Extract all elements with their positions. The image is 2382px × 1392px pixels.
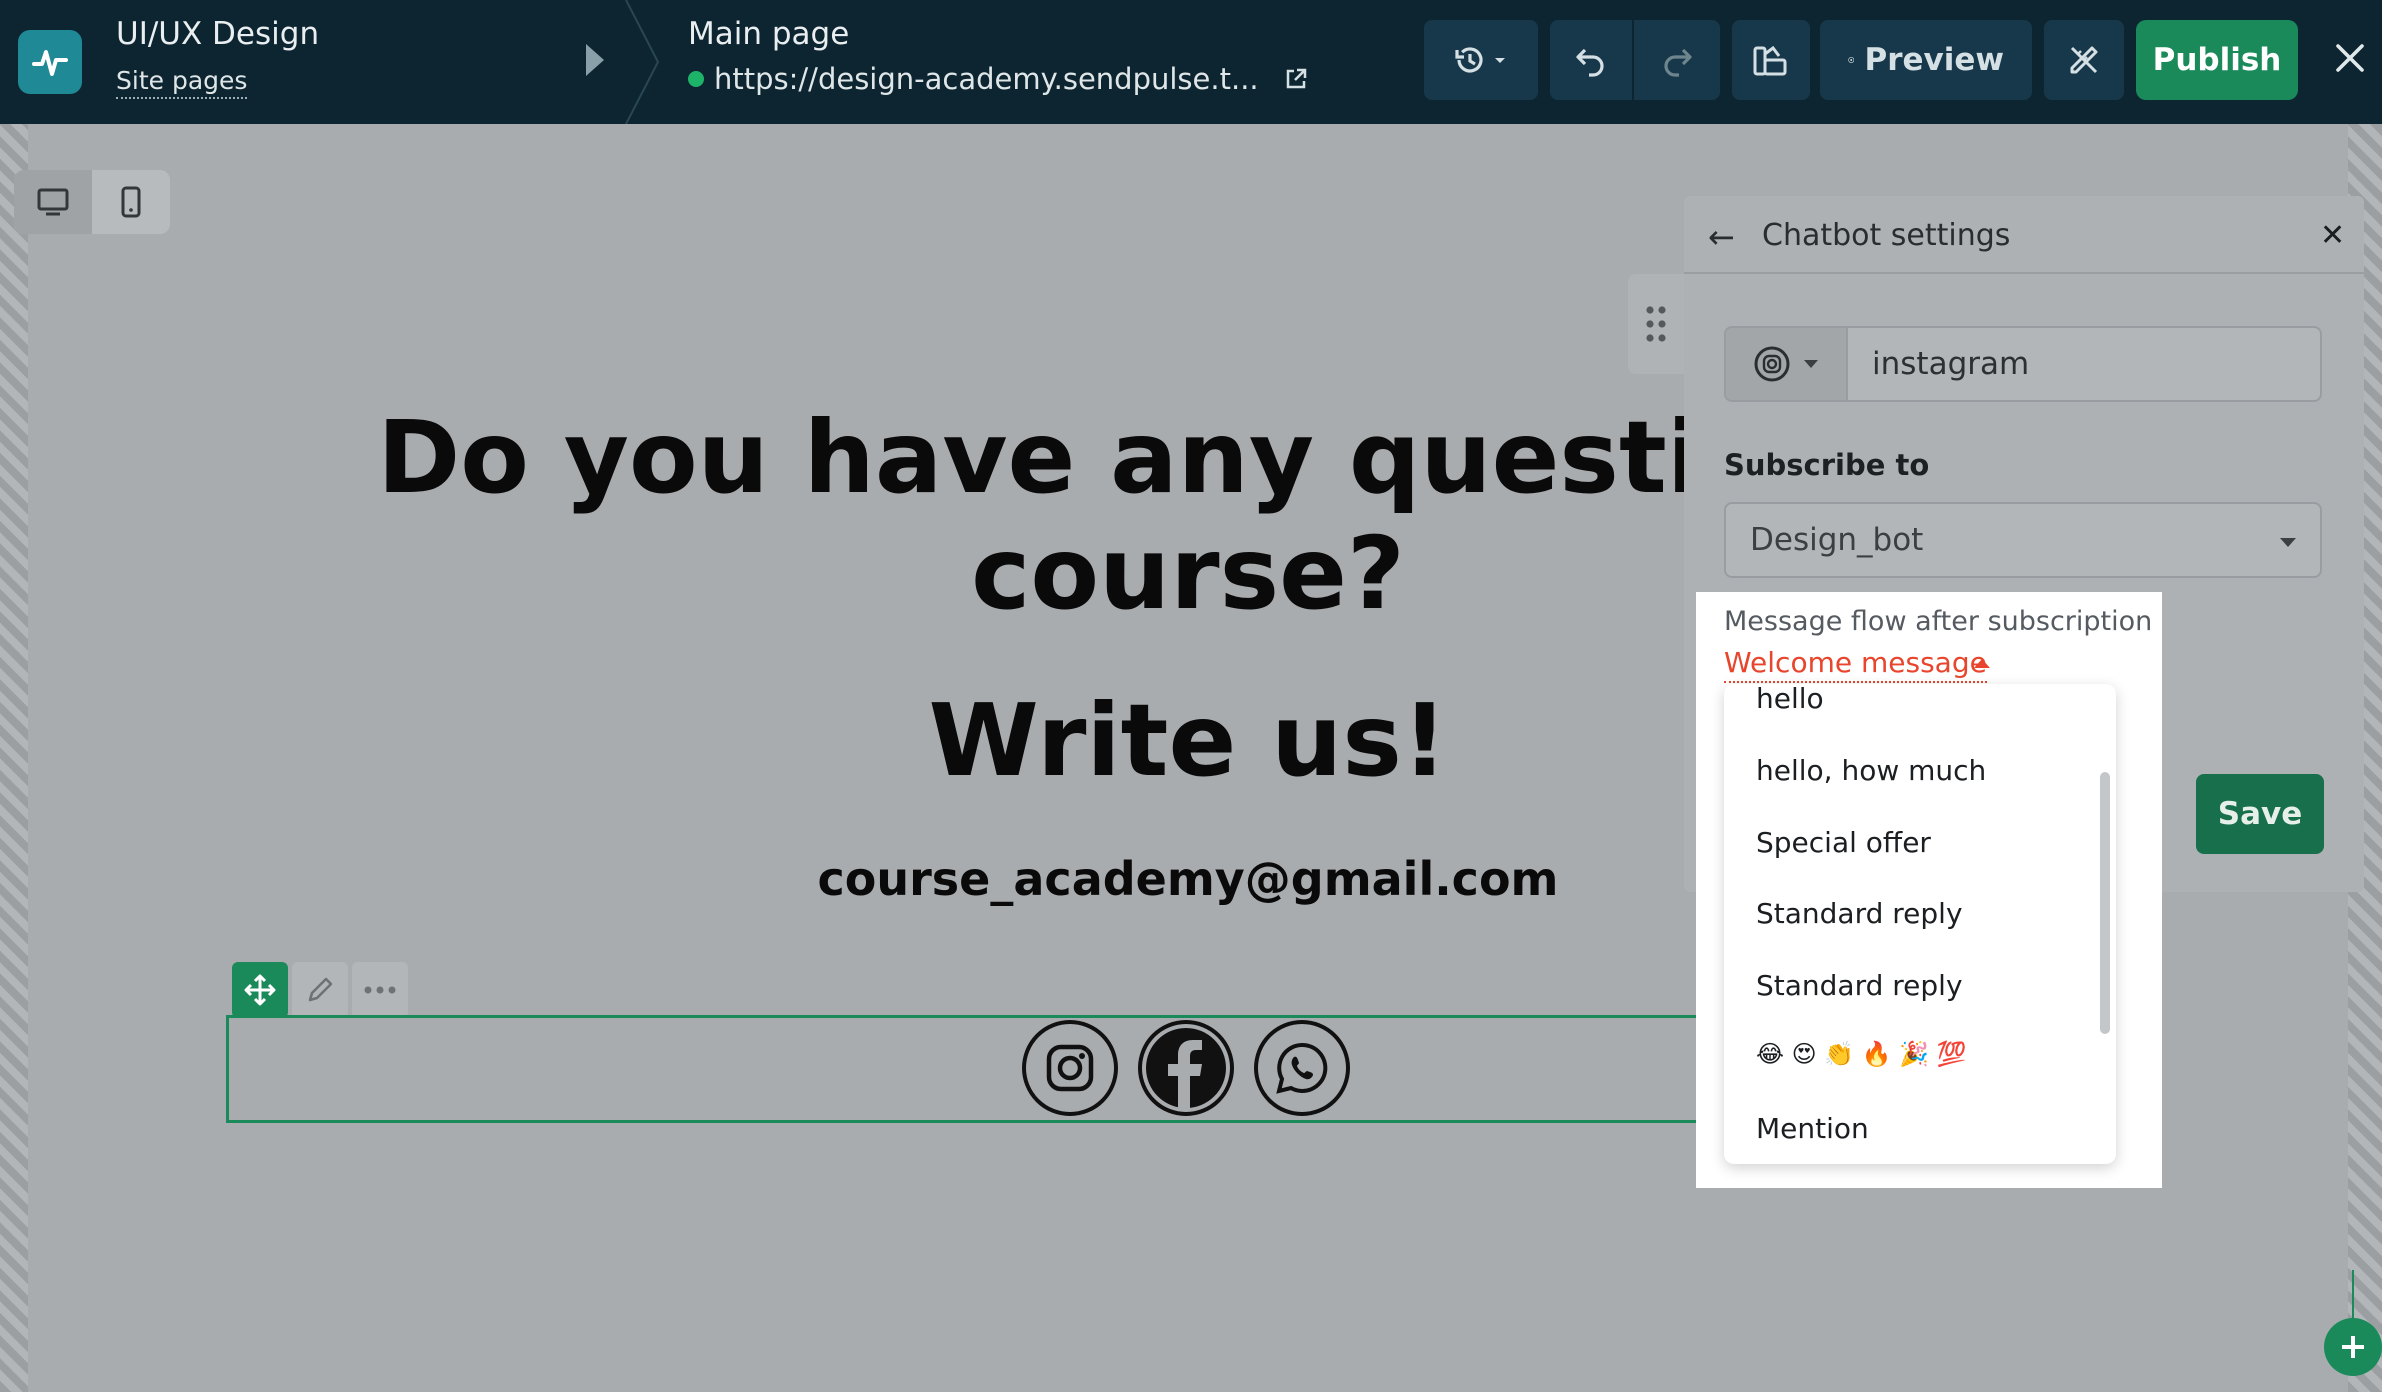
site-pages-link[interactable]: Site pages [116, 66, 248, 99]
whatsapp-link[interactable] [1254, 1020, 1350, 1116]
message-flow-dropdown: hello hello, how much Special offer Stan… [1724, 684, 2116, 1164]
more-options-button[interactable] [352, 962, 408, 1018]
mobile-view-button[interactable] [92, 170, 170, 234]
subscribe-to-label: Subscribe to [1724, 448, 1930, 482]
more-dots-icon [364, 986, 396, 994]
panel-close-icon[interactable]: ✕ [2320, 218, 2345, 253]
edit-block-button[interactable] [292, 962, 348, 1018]
message-flow-label: Message flow after subscription [1724, 606, 2153, 637]
preview-label: Preview [1864, 42, 2004, 78]
instagram-icon [1046, 1044, 1094, 1092]
dropdown-option[interactable]: Standard reply [1756, 969, 1963, 1002]
pencil-icon [308, 977, 333, 1002]
pulse-icon [32, 50, 68, 76]
undo-button[interactable] [1550, 20, 1634, 100]
close-icon[interactable] [2332, 40, 2368, 76]
desktop-icon [37, 188, 69, 216]
dropdown-scrollbar[interactable] [2100, 772, 2110, 1034]
instagram-icon [1754, 346, 1790, 382]
dropdown-option[interactable]: Special offer [1756, 826, 1931, 859]
chevron-down-icon [1804, 360, 1818, 368]
channel-type-select[interactable] [1724, 326, 1848, 402]
eye-icon [1848, 57, 1855, 63]
undo-redo-group [1550, 20, 1720, 100]
history-icon [1455, 47, 1505, 73]
app-logo[interactable] [18, 30, 82, 94]
bot-select-value: Design_bot [1750, 522, 1924, 558]
mobile-icon [121, 186, 141, 218]
whatsapp-icon [1276, 1042, 1328, 1094]
history-button[interactable] [1424, 20, 1538, 100]
breadcrumb-arrow-icon[interactable] [586, 44, 604, 76]
page-url-text[interactable]: https://design-academy.sendpulse.t... [714, 62, 1259, 96]
move-block-button[interactable] [232, 962, 288, 1018]
facebook-link[interactable] [1138, 1020, 1234, 1116]
chevron-down-icon [2280, 538, 2296, 547]
headline-line-2: course? [971, 515, 1405, 632]
external-link-icon[interactable] [1283, 66, 1309, 92]
facebook-icon [1146, 1028, 1226, 1110]
style-button[interactable] [1732, 20, 1810, 100]
panel-drag-handle[interactable] [1628, 274, 1684, 374]
bot-select[interactable]: Design_bot [1724, 502, 2322, 578]
design-tools-button[interactable] [2044, 20, 2124, 100]
preview-button[interactable]: Preview [1820, 20, 2032, 100]
chevron-up-icon[interactable] [1974, 659, 1990, 668]
paint-bucket-icon [1753, 45, 1787, 76]
page-url[interactable]: https://design-academy.sendpulse.t... [688, 62, 1309, 96]
publish-button[interactable]: Publish [2136, 20, 2298, 100]
instagram-link[interactable] [1022, 1020, 1118, 1116]
dropdown-option-emoji[interactable]: 😂 😍 👏 🔥 🎉 💯 [1756, 1040, 1967, 1068]
dropdown-option[interactable]: Mention [1756, 1112, 1869, 1145]
move-icon [244, 974, 276, 1006]
pencil-ruler-icon [2070, 46, 2098, 74]
social-icons-row [1022, 1020, 1350, 1116]
desktop-view-button[interactable] [14, 170, 92, 234]
top-bar: UI/UX Design Site pages Main page https:… [0, 0, 2382, 124]
drag-grip-icon [1646, 306, 1666, 342]
redo-button[interactable] [1634, 20, 1720, 100]
dropdown-option[interactable]: Standard reply [1756, 897, 1963, 930]
add-section-button[interactable] [2324, 1318, 2382, 1376]
back-arrow-icon[interactable]: ← [1708, 218, 1735, 256]
panel-title: Chatbot settings [1762, 218, 2011, 253]
status-dot-icon [688, 71, 704, 87]
site-title: UI/UX Design [116, 16, 320, 52]
dropdown-option[interactable]: hello, how much [1756, 754, 1986, 787]
save-button[interactable]: Save [2196, 774, 2324, 854]
block-toolbar [232, 962, 408, 1018]
dropdown-option[interactable]: hello [1756, 684, 1824, 715]
page-title: Main page [688, 16, 850, 52]
channel-input[interactable]: instagram [1846, 326, 2322, 402]
plus-icon [2342, 1336, 2364, 1358]
breadcrumb-separator [625, 0, 660, 124]
undo-icon [1576, 48, 1604, 77]
device-toggle [14, 170, 170, 234]
redo-icon [1664, 48, 1692, 77]
panel-header: ← Chatbot settings ✕ [1684, 196, 2364, 274]
message-flow-select[interactable]: Welcome message [1724, 646, 1987, 683]
